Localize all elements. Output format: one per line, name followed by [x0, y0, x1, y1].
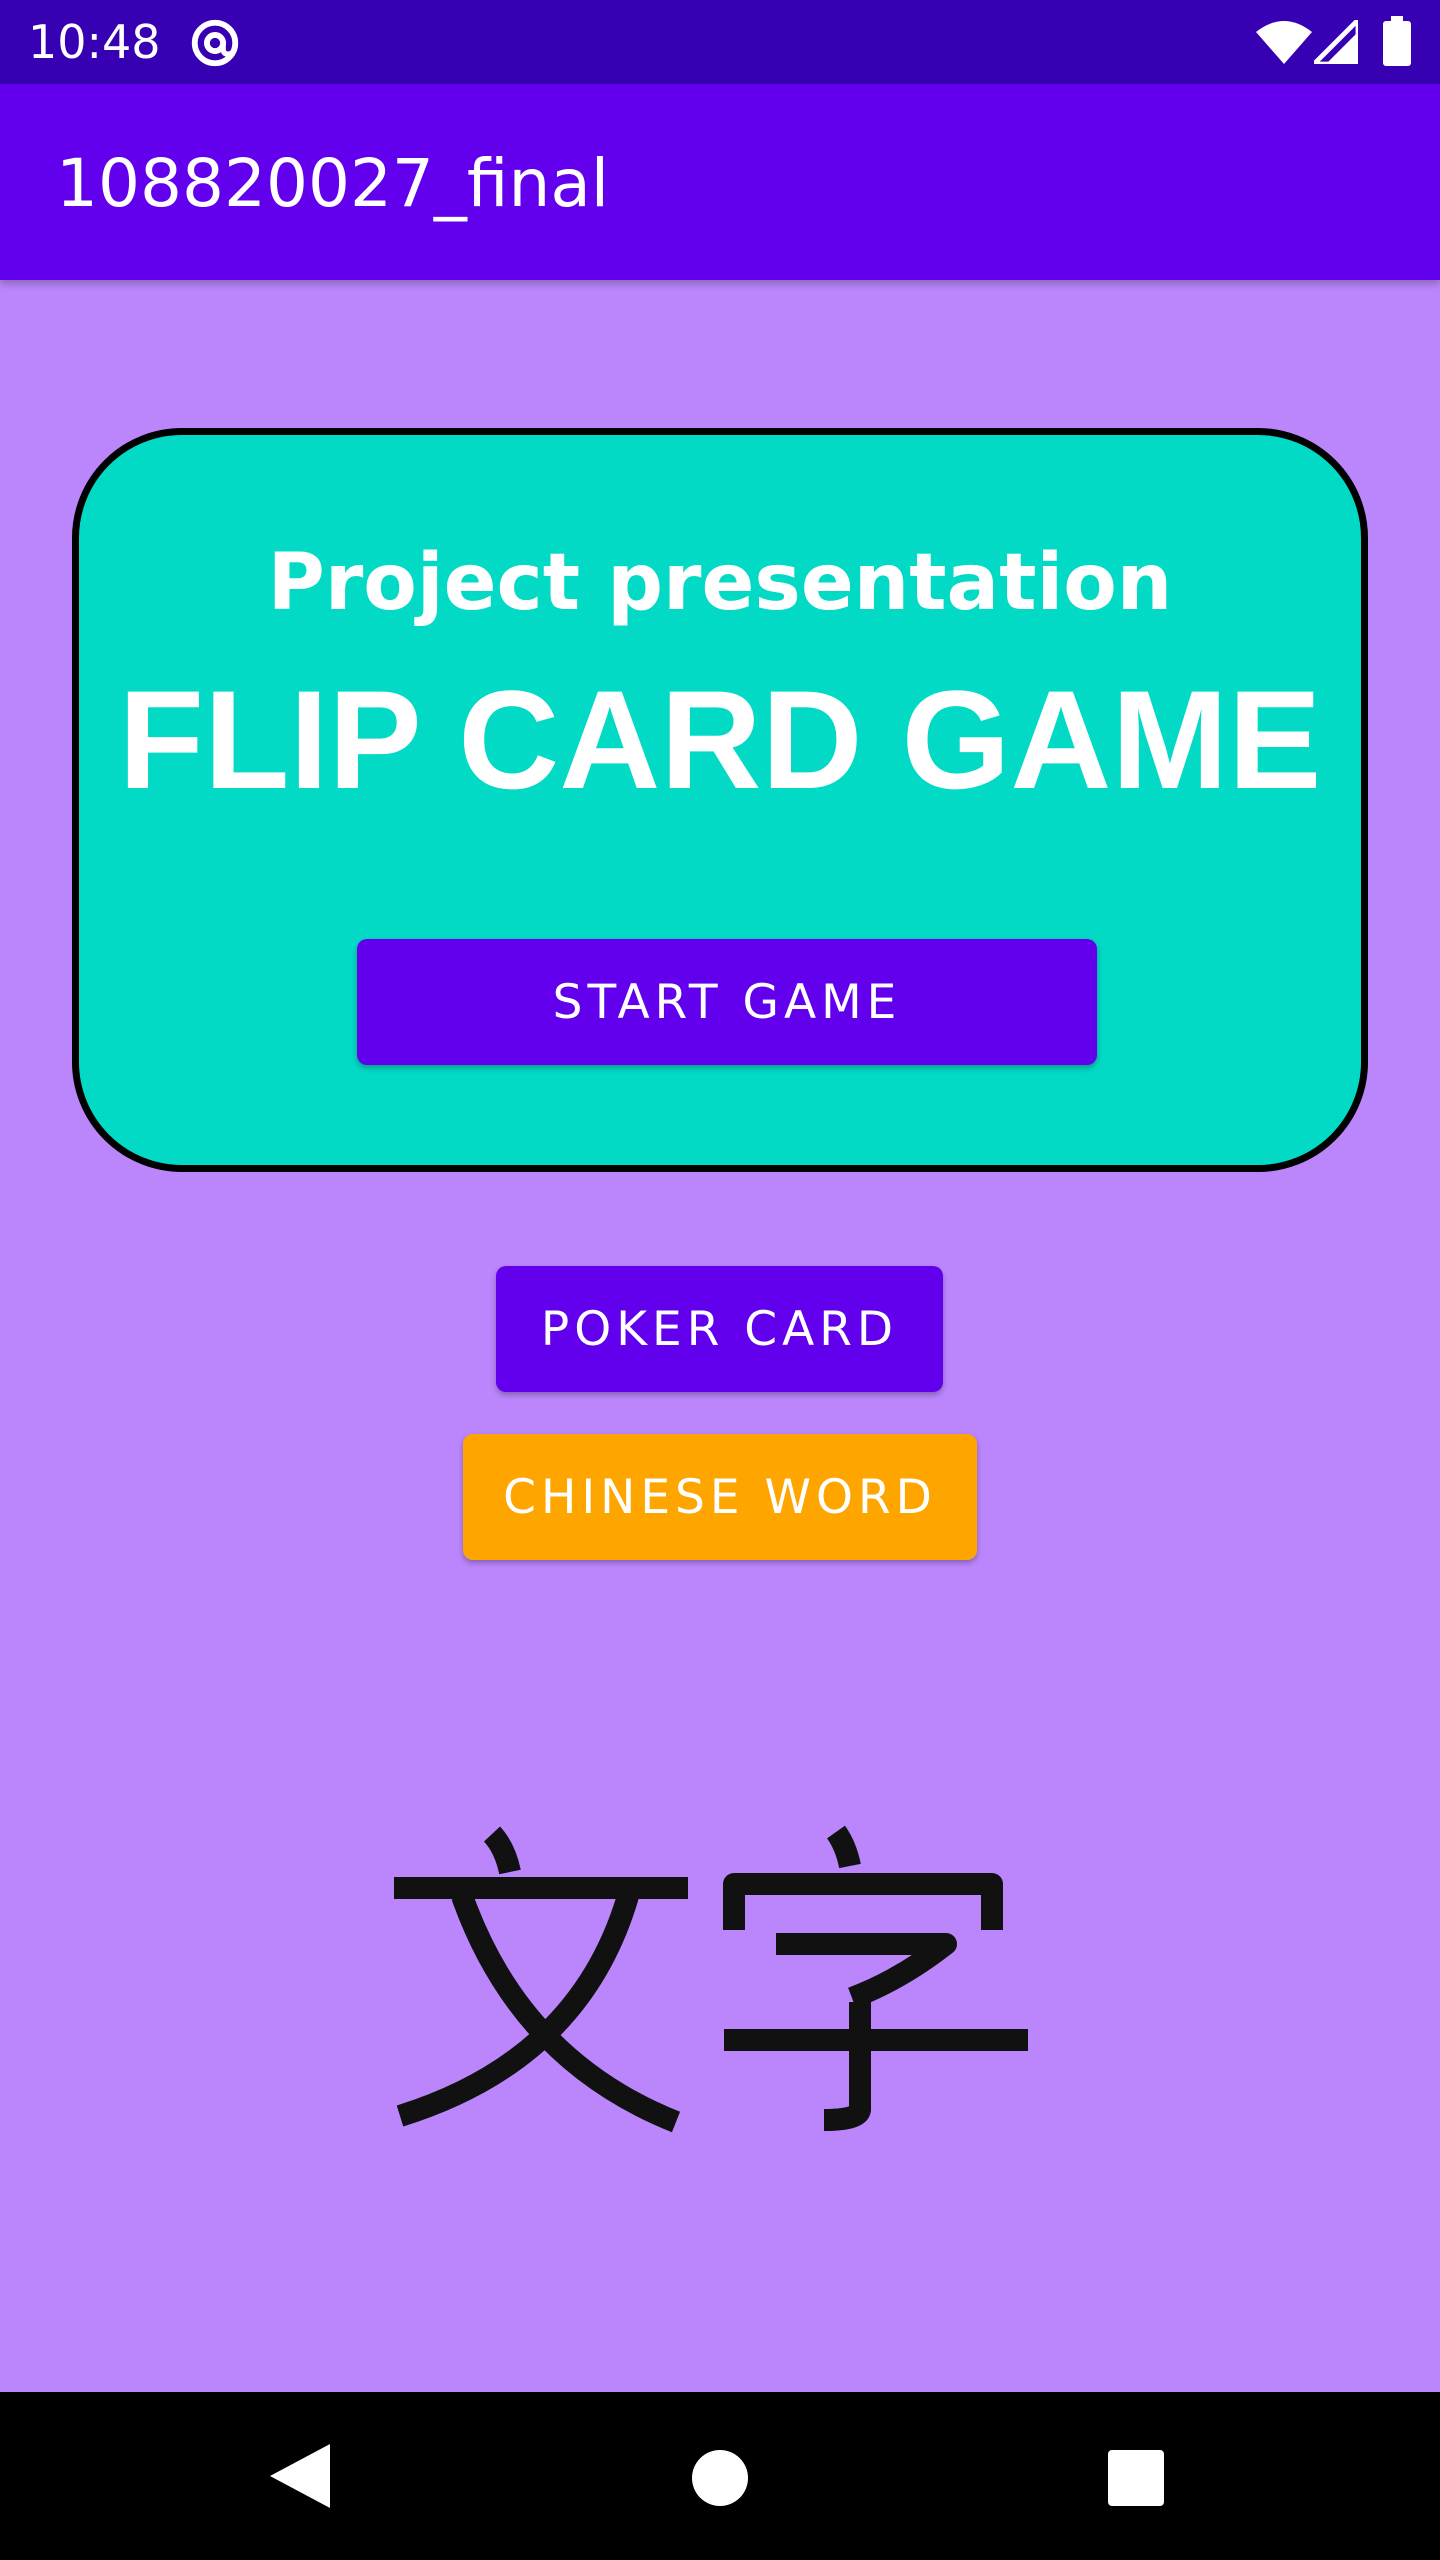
wifi-icon: [1256, 21, 1312, 64]
poker-card-button[interactable]: POKER CARD: [496, 1266, 943, 1392]
chinese-word-image: [394, 1825, 1028, 2133]
card-title: FLIP CARD GAME: [118, 661, 1322, 818]
status-bar: 10:48: [0, 0, 1440, 84]
at-sign-icon: [191, 19, 239, 67]
title-card: Project presentation FLIP CARD GAME STAR…: [72, 428, 1368, 1172]
chinese-word-button[interactable]: CHINESE WORD: [463, 1434, 977, 1560]
home-icon[interactable]: [692, 2450, 748, 2506]
cell-signal-icon: [1314, 20, 1358, 64]
card-subtitle: Project presentation: [267, 538, 1173, 628]
battery-icon: [1383, 16, 1411, 66]
status-time: 10:48: [28, 15, 161, 69]
start-game-button[interactable]: START GAME: [357, 939, 1097, 1065]
app-bar: 108820027_final: [0, 84, 1440, 280]
recents-icon[interactable]: [1108, 2450, 1164, 2506]
app-title: 108820027_final: [56, 145, 610, 222]
back-icon[interactable]: [270, 2444, 330, 2508]
